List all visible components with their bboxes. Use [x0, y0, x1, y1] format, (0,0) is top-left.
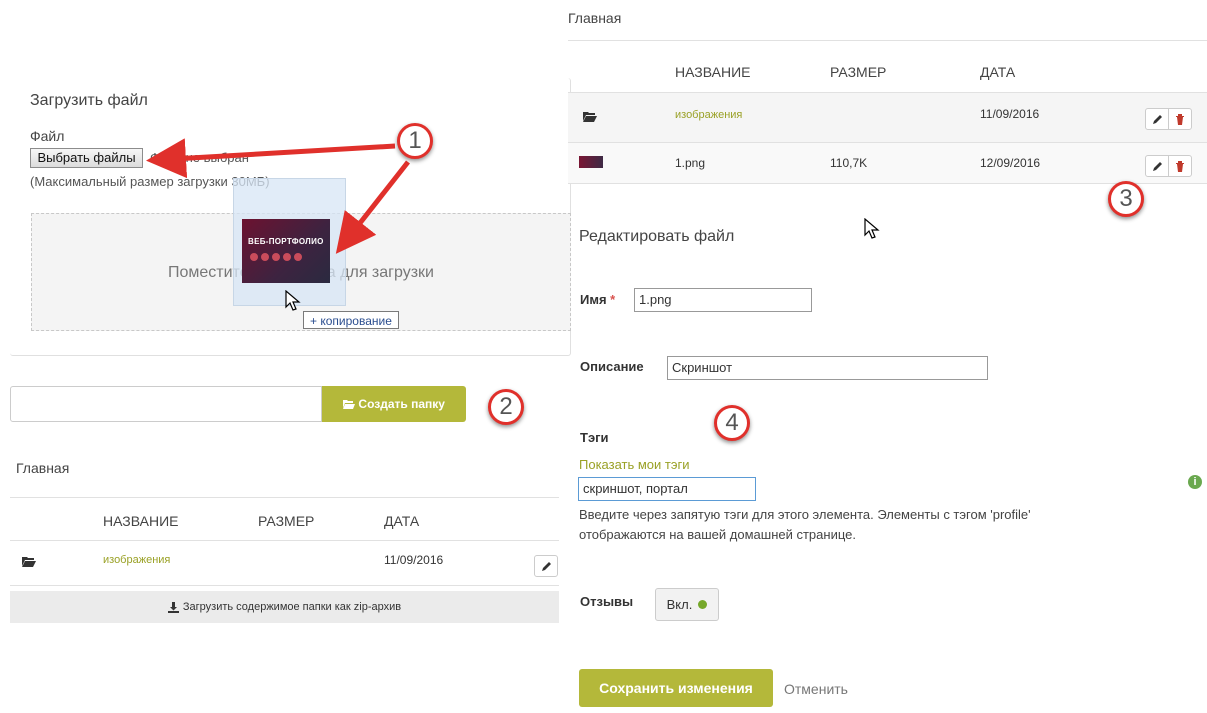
callout-3: 3 [1108, 181, 1144, 217]
callout-1: 1 [397, 123, 433, 159]
arrow-to-choose-button [146, 138, 396, 179]
annotation-arrows [146, 138, 410, 254]
callout-4: 4 [714, 405, 750, 441]
callout-2: 2 [488, 389, 524, 425]
arrow-to-dropzone [335, 160, 410, 254]
